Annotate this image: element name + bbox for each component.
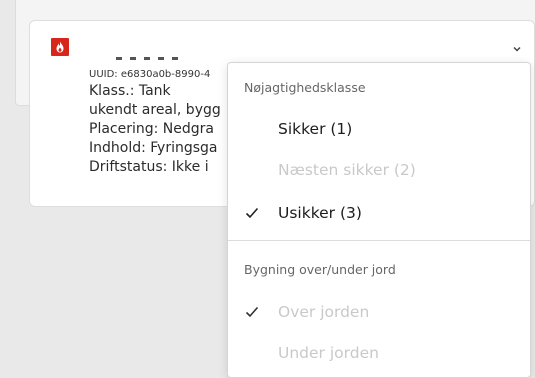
detail-class: Klass.: Tank <box>89 83 171 99</box>
option-naesten-sikker: Næsten sikker (2) <box>228 157 530 191</box>
uuid-text: UUID: e6830a0b-8990-4 <box>89 69 211 80</box>
option-over-jorden: Over jorden <box>228 299 530 333</box>
detail-operating-status: Driftstatus: Ikke i <box>89 159 209 175</box>
checkmark-icon <box>245 305 259 319</box>
option-sikker[interactable]: Sikker (1) <box>228 116 530 150</box>
filter-dropdown-menu: Nøjagtighedsklasse Sikker (1) Næsten sik… <box>227 62 531 378</box>
section-header-accuracy: Nøjagtighedsklasse <box>244 80 366 95</box>
card-title-fragment <box>116 55 216 61</box>
section-divider <box>228 240 530 241</box>
option-usikker[interactable]: Usikker (3) <box>228 200 530 234</box>
detail-area: ukendt areal, bygg <box>89 102 221 118</box>
option-label: Usikker (3) <box>278 204 362 222</box>
checkmark-icon <box>245 206 259 220</box>
option-label: Over jorden <box>278 303 370 321</box>
flame-icon <box>51 38 69 56</box>
option-label: Næsten sikker (2) <box>278 161 416 179</box>
option-under-jorden: Under jorden <box>228 340 530 374</box>
detail-content: Indhold: Fyringsga <box>89 140 218 156</box>
option-label: Sikker (1) <box>278 120 353 138</box>
section-header-building: Bygning over/under jord <box>244 262 396 277</box>
detail-placement: Placering: Nedgra <box>89 121 214 137</box>
chevron-down-icon[interactable] <box>512 39 522 52</box>
option-label: Under jorden <box>278 344 379 362</box>
